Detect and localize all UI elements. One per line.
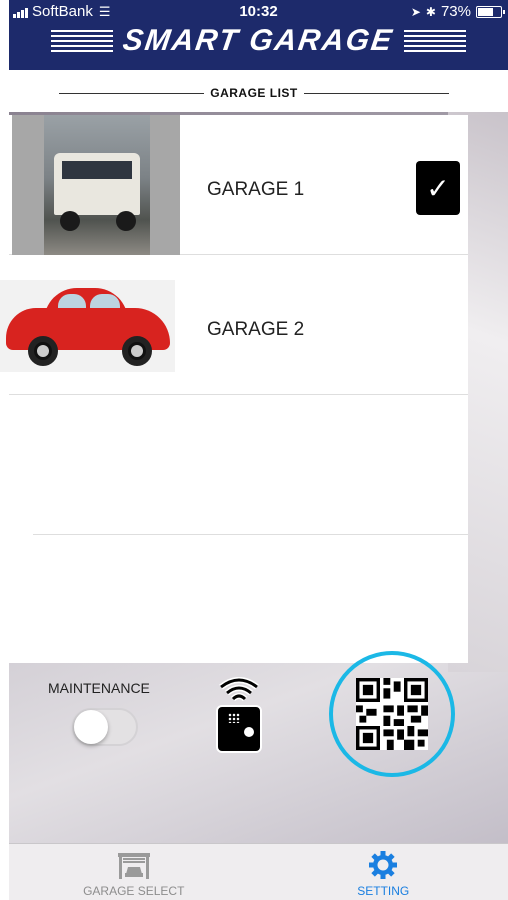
- garage-list[interactable]: GARAGE 1 ✓ GARAGE 2: [0, 115, 468, 663]
- app-title: SMART GARAGE: [121, 24, 396, 57]
- battery-icon: [476, 5, 505, 18]
- toggle-knob: [74, 710, 108, 744]
- tab-label: GARAGE SELECT: [83, 884, 185, 898]
- status-bar: SoftBank ☰ 10:32 ➤ ✱ 73%: [9, 0, 508, 22]
- qr-code-icon: [356, 678, 428, 750]
- gear-icon: [369, 851, 398, 879]
- selected-checkbox[interactable]: ✓: [416, 161, 460, 215]
- location-icon: ➤: [410, 4, 421, 19]
- garage-1-photo: [12, 115, 180, 255]
- divider: [303, 92, 449, 94]
- bluetooth-icon: ✱: [425, 4, 436, 19]
- divider: [59, 92, 205, 94]
- maintenance-toggle[interactable]: [72, 708, 138, 746]
- empty-row[interactable]: [33, 395, 468, 535]
- title-stripes-left: [51, 30, 114, 52]
- qr-code-button[interactable]: [329, 651, 455, 777]
- garage-2-photo: [0, 280, 175, 372]
- section-title: GARAGE LIST: [0, 78, 508, 108]
- tab-setting[interactable]: SETTING: [259, 844, 508, 900]
- wireless-signal-icon: [219, 677, 259, 701]
- garage-name: GARAGE 1: [207, 179, 305, 200]
- remote-control-icon: [216, 705, 262, 753]
- title-stripes-right: [403, 30, 466, 52]
- remote-button[interactable]: [214, 677, 264, 755]
- garage-name: GARAGE 2: [207, 319, 305, 340]
- tab-bar: GARAGE SELECT SETTING: [9, 843, 508, 900]
- tab-garage-select[interactable]: GARAGE SELECT: [9, 844, 259, 900]
- garage-row-1[interactable]: GARAGE 1 ✓: [9, 115, 468, 255]
- checkmark-icon: ✓: [426, 172, 450, 204]
- maintenance-label: MAINTENANCE: [48, 680, 150, 696]
- garage-list-title: GARAGE LIST: [210, 86, 298, 100]
- tab-label: SETTING: [357, 884, 410, 898]
- app-header: SoftBank ☰ 10:32 ➤ ✱ 73% SMART GARAGE: [9, 0, 508, 70]
- garage-icon: [117, 853, 150, 879]
- battery-percent: 73%: [440, 3, 471, 20]
